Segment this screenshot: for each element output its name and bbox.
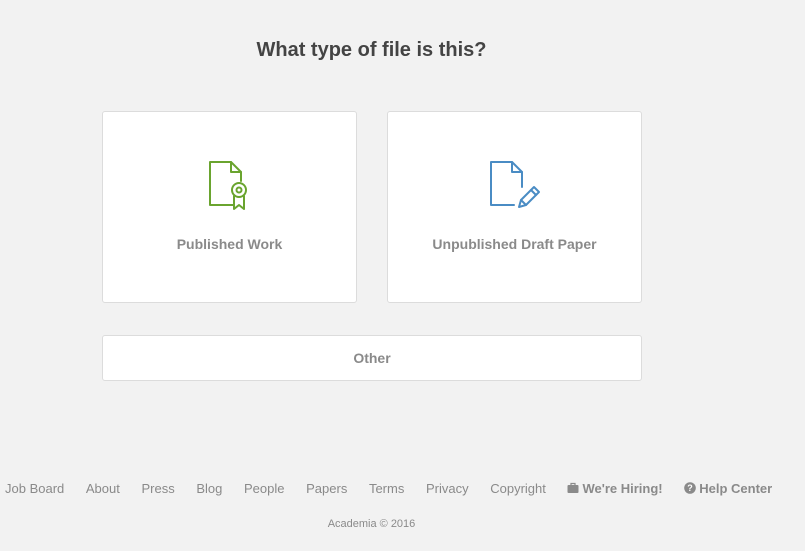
- help-center-label: Help Center: [699, 481, 773, 497]
- published-work-option[interactable]: Published Work: [102, 111, 357, 303]
- footer-link-help-center[interactable]: ? Help Center: [684, 481, 772, 496]
- footer-links: Job Board About Press Blog People Papers…: [5, 480, 790, 496]
- footer-link-press[interactable]: Press: [142, 481, 175, 496]
- footer-link-blog[interactable]: Blog: [196, 481, 222, 496]
- briefcase-icon: [567, 482, 579, 494]
- other-option[interactable]: Other: [102, 335, 642, 381]
- certified-document-icon: [208, 161, 247, 210]
- footer-link-papers[interactable]: Papers: [306, 481, 347, 496]
- footer-link-terms[interactable]: Terms: [369, 481, 404, 496]
- other-label: Other: [353, 350, 391, 366]
- unpublished-draft-option[interactable]: Unpublished Draft Paper: [387, 111, 642, 303]
- hiring-label: We're Hiring!: [582, 481, 663, 497]
- footer-link-hiring[interactable]: We're Hiring!: [567, 481, 663, 497]
- svg-text:?: ?: [688, 483, 694, 493]
- footer-link-copyright[interactable]: Copyright: [490, 481, 546, 496]
- question-circle-icon: ?: [684, 482, 697, 494]
- document-edit-icon: [489, 161, 540, 208]
- unpublished-draft-label: Unpublished Draft Paper: [432, 236, 597, 252]
- footer-link-job-board[interactable]: Job Board: [5, 481, 64, 496]
- published-work-label: Published Work: [176, 236, 283, 252]
- page-title: What type of file is this?: [256, 39, 487, 61]
- copyright-notice: Academia © 2016: [327, 518, 416, 530]
- footer-link-people[interactable]: People: [244, 481, 284, 496]
- footer-link-about[interactable]: About: [86, 481, 120, 496]
- footer-link-privacy[interactable]: Privacy: [426, 481, 469, 496]
